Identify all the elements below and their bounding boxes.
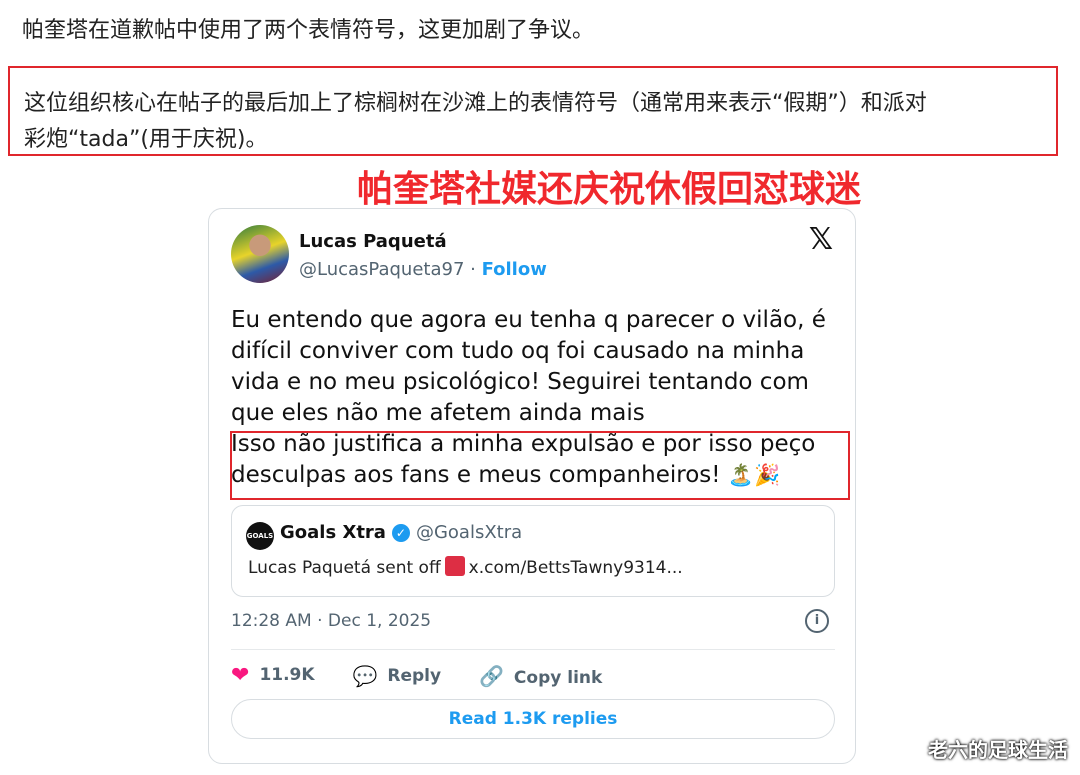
- author-handle-row: @LucasPaqueta97 · Follow: [299, 259, 547, 280]
- quote-text: Lucas Paquetá sent off x.com/BettsTawny93…: [248, 556, 683, 578]
- author-name[interactable]: Lucas Paquetá: [299, 231, 447, 252]
- author-avatar[interactable]: [231, 225, 289, 283]
- read-replies-button[interactable]: Read 1.3K replies: [231, 699, 835, 739]
- follow-button[interactable]: Follow: [482, 259, 547, 280]
- like-button[interactable]: ❤ 11.9K: [231, 663, 315, 688]
- highlight-line-1: 这位组织核心在帖子的最后加上了棕榈树在沙滩上的表情符号（通常用来表示“假期”）和…: [24, 91, 927, 116]
- quoted-tweet[interactable]: GOALS Goals Xtra ✓ @GoalsXtra Lucas Paquet…: [231, 505, 835, 597]
- heart-icon: ❤: [231, 663, 250, 688]
- highlighted-paragraph: 这位组织核心在帖子的最后加上了棕榈树在沙滩上的表情符号（通常用来表示“假期”）和…: [8, 66, 1058, 156]
- link-icon: 🔗: [479, 663, 504, 688]
- apology-highlight-box: [230, 431, 850, 500]
- separator: ·: [464, 259, 482, 280]
- copy-link-button[interactable]: 🔗 Copy link: [479, 664, 602, 688]
- verified-badge-icon: ✓: [391, 524, 410, 542]
- x-logo-icon[interactable]: 𝕏: [809, 225, 833, 255]
- reply-label: Reply: [387, 665, 442, 686]
- article-line-1: 帕奎塔在道歉帖中使用了两个表情符号，这更加剧了争议。: [22, 18, 595, 43]
- tweet-timestamp[interactable]: 12:28 AM · Dec 1, 2025: [231, 611, 431, 631]
- info-icon[interactable]: i: [805, 609, 829, 633]
- quote-avatar: GOALS: [246, 522, 274, 550]
- speech-bubble-icon: 💬: [352, 663, 378, 688]
- copy-link-label: Copy link: [513, 667, 603, 688]
- quote-handle: @GoalsXtra: [415, 522, 523, 543]
- red-card-icon: [444, 556, 465, 576]
- author-handle[interactable]: @LucasPaqueta97: [299, 259, 464, 280]
- divider: [231, 649, 835, 650]
- highlight-line-2: 彩炮“tada”(用于庆祝)。: [24, 127, 268, 152]
- quote-author: Goals Xtra ✓ @GoalsXtra: [280, 522, 522, 543]
- like-count: 11.9K: [259, 665, 315, 685]
- quote-link[interactable]: x.com/BettsTawny9314...: [469, 558, 683, 578]
- tweet-actions: ❤ 11.9K 💬 Reply 🔗 Copy link: [231, 663, 634, 688]
- quote-name: Goals Xtra: [280, 522, 386, 543]
- watermark: 老六的足球生活: [928, 738, 1068, 762]
- tweet-text-part-1: Eu entendo que agora eu tenha q parecer …: [231, 307, 826, 426]
- tweet-card: Lucas Paquetá @LucasPaqueta97 · Follow 𝕏…: [208, 208, 856, 764]
- quote-text-before: Lucas Paquetá sent off: [248, 558, 441, 578]
- red-caption: 帕奎塔社媒还庆祝休假回怼球迷: [357, 169, 862, 210]
- reply-button[interactable]: 💬 Reply: [352, 664, 441, 688]
